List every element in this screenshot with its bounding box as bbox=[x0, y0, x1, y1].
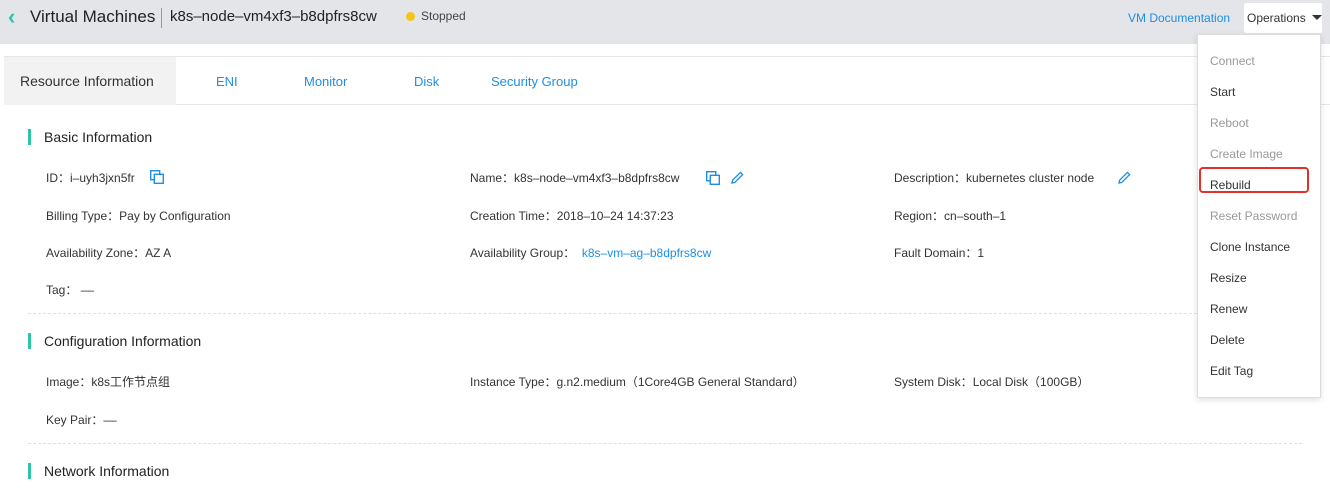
field-fault-domain: Fault Domain：1 bbox=[894, 244, 984, 261]
top-bar: ‹ Virtual Machines k8s–node–vm4xf3–b8dpf… bbox=[0, 0, 1330, 44]
menu-item-clone-instance[interactable]: Clone Instance bbox=[1210, 240, 1290, 254]
menu-item-connect: Connect bbox=[1210, 54, 1255, 68]
section-divider bbox=[28, 313, 1302, 314]
field-id: ID：i–uyh3jxn5fr bbox=[46, 169, 135, 186]
menu-item-reboot: Reboot bbox=[1210, 116, 1249, 130]
tab-eni[interactable]: ENI bbox=[216, 57, 238, 105]
field-availability-group: Availability Group： k8s–vm–ag–b8dpfrs8cw bbox=[470, 244, 711, 261]
menu-item-delete[interactable]: Delete bbox=[1210, 333, 1245, 347]
id-value: i–uyh3jxn5fr bbox=[70, 171, 135, 185]
creation-label: Creation Time： bbox=[470, 209, 557, 223]
keypair-value: –– bbox=[103, 413, 117, 427]
fault-value: 1 bbox=[977, 246, 985, 260]
vm-name-heading: k8s–node–vm4xf3–b8dpfrs8cw bbox=[170, 8, 377, 25]
menu-item-reset-password: Reset Password bbox=[1210, 209, 1298, 223]
vm-documentation-link[interactable]: VM Documentation bbox=[1128, 11, 1230, 25]
billing-value: Pay by Configuration bbox=[119, 209, 231, 223]
description-label: Description： bbox=[894, 171, 967, 185]
ag-label: Availability Group： bbox=[470, 246, 576, 260]
field-region: Region：cn–south–1 bbox=[894, 207, 1006, 224]
region-value: cn–south–1 bbox=[944, 209, 1007, 223]
instance-value: g.n2.medium（1Core4GB General Standard） bbox=[556, 375, 805, 389]
section-title-basic: Basic Information bbox=[28, 129, 152, 145]
menu-item-renew[interactable]: Renew bbox=[1210, 302, 1247, 316]
section-title-configuration: Configuration Information bbox=[28, 333, 201, 349]
az-value: AZ A bbox=[145, 246, 172, 260]
menu-item-create-image: Create Image bbox=[1210, 147, 1283, 161]
operations-button[interactable]: Operations bbox=[1244, 3, 1322, 33]
creation-value: 2018–10–24 14:37:23 bbox=[556, 209, 674, 223]
tab-monitor[interactable]: Monitor bbox=[304, 57, 347, 105]
main-content: Resource Information ENI Monitor Disk Se… bbox=[4, 56, 1330, 492]
section-divider bbox=[28, 443, 1302, 444]
copy-id-icon[interactable] bbox=[150, 170, 164, 184]
tab-bar: Resource Information ENI Monitor Disk Se… bbox=[4, 57, 1330, 105]
field-availability-zone: Availability Zone：AZ A bbox=[46, 244, 171, 261]
name-label: Name： bbox=[470, 171, 515, 185]
field-tag: Tag： –– bbox=[46, 281, 94, 298]
menu-item-resize[interactable]: Resize bbox=[1210, 271, 1247, 285]
keypair-label: Key Pair： bbox=[46, 413, 104, 427]
menu-item-rebuild[interactable]: Rebuild bbox=[1210, 178, 1251, 192]
field-key-pair: Key Pair：–– bbox=[46, 411, 117, 428]
edit-description-icon[interactable] bbox=[1118, 171, 1131, 184]
operations-dropdown-menu: Connect Start Reboot Create Image Rebuil… bbox=[1197, 34, 1321, 398]
tag-value: –– bbox=[80, 283, 95, 297]
region-label: Region： bbox=[894, 209, 945, 223]
tab-disk[interactable]: Disk bbox=[414, 57, 439, 105]
tag-label: Tag： bbox=[46, 283, 78, 297]
billing-label: Billing Type： bbox=[46, 209, 120, 223]
copy-name-icon[interactable] bbox=[706, 171, 720, 185]
field-instance-type: Instance Type：g.n2.medium（1Core4GB Gener… bbox=[470, 373, 805, 390]
title-divider bbox=[161, 8, 162, 28]
availability-group-link[interactable]: k8s–vm–ag–b8dpfrs8cw bbox=[582, 246, 711, 260]
field-creation-time: Creation Time：2018–10–24 14:37:23 bbox=[470, 207, 674, 224]
status-badge: Stopped bbox=[421, 9, 466, 23]
field-description: Description：kubernetes cluster node bbox=[894, 169, 1094, 186]
fault-label: Fault Domain： bbox=[894, 246, 978, 260]
image-label: Image： bbox=[46, 375, 92, 389]
instance-label: Instance Type： bbox=[470, 375, 557, 389]
description-value: kubernetes cluster node bbox=[966, 171, 1095, 185]
sysdisk-value: Local Disk（100GB） bbox=[972, 375, 1090, 389]
back-chevron-icon[interactable]: ‹ bbox=[8, 6, 15, 28]
tab-resource-information[interactable]: Resource Information bbox=[4, 57, 176, 105]
image-value: k8s工作节点组 bbox=[91, 375, 171, 389]
field-billing-type: Billing Type：Pay by Configuration bbox=[46, 207, 231, 224]
menu-item-edit-tag[interactable]: Edit Tag bbox=[1210, 364, 1253, 378]
id-label: ID： bbox=[46, 171, 71, 185]
field-image: Image：k8s工作节点组 bbox=[46, 373, 170, 390]
page-title: Virtual Machines bbox=[30, 7, 156, 26]
menu-item-start[interactable]: Start bbox=[1210, 85, 1235, 99]
field-name: Name：k8s–node–vm4xf3–b8dpfrs8cw bbox=[470, 169, 679, 186]
status-dot-icon bbox=[406, 12, 415, 21]
tab-security-group[interactable]: Security Group bbox=[491, 57, 578, 105]
sysdisk-label: System Disk： bbox=[894, 375, 973, 389]
field-system-disk: System Disk：Local Disk（100GB） bbox=[894, 373, 1089, 390]
name-value: k8s–node–vm4xf3–b8dpfrs8cw bbox=[514, 171, 680, 185]
az-label: Availability Zone： bbox=[46, 246, 146, 260]
section-title-network: Network Information bbox=[28, 463, 169, 479]
operations-label: Operations bbox=[1247, 11, 1306, 25]
caret-down-icon bbox=[1312, 15, 1322, 20]
edit-name-icon[interactable] bbox=[731, 171, 744, 184]
